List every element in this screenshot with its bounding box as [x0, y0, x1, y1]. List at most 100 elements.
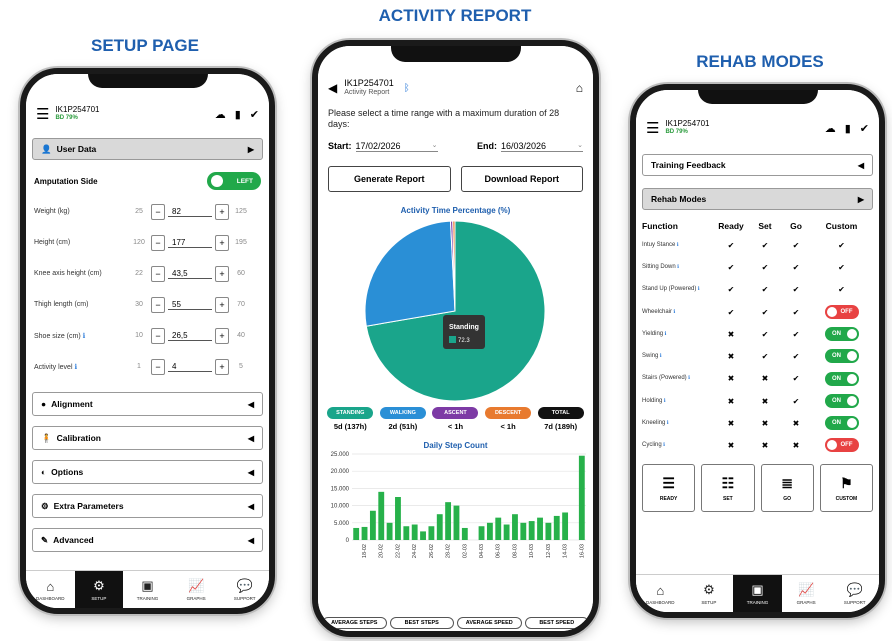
info-icon[interactable]: ℹ — [662, 442, 665, 448]
step-bar[interactable] — [453, 505, 460, 540]
info-icon[interactable]: ℹ — [675, 242, 679, 248]
pie-slice-walking[interactable] — [364, 220, 456, 327]
increment-button[interactable]: + — [215, 327, 229, 344]
info-icon[interactable]: ℹ — [663, 331, 667, 337]
step-bar[interactable] — [378, 491, 385, 540]
back-icon[interactable]: ◀ — [328, 81, 337, 95]
step-bar[interactable] — [545, 522, 552, 540]
section-advanced[interactable]: ✎ Advanced ◀ — [32, 528, 263, 552]
menu-icon[interactable]: ☰ — [646, 119, 659, 137]
check-circle-icon[interactable]: ✔ — [250, 108, 259, 121]
param-value-input[interactable]: 55 — [168, 300, 212, 310]
step-bar[interactable] — [361, 526, 368, 540]
nav-dashboard[interactable]: ⌂ DASHBOARD — [636, 575, 685, 612]
step-bar[interactable] — [562, 511, 569, 540]
legend-chip-descent[interactable]: DESCENT — [485, 406, 532, 419]
nav-setup[interactable]: ⚙ SETUP — [685, 575, 734, 612]
end-date-select[interactable]: 16/03/2026 ⌄ — [501, 141, 583, 152]
rehab-modes-section[interactable]: Rehab Modes ▶ — [642, 188, 873, 210]
tab-best-steps[interactable]: BEST STEPS — [389, 617, 454, 629]
step-bar[interactable] — [428, 525, 435, 540]
info-icon[interactable]: ℹ — [672, 309, 675, 315]
decrement-button[interactable]: − — [151, 327, 165, 344]
step-bar[interactable] — [436, 513, 443, 540]
amputation-side-toggle[interactable]: LEFT — [207, 172, 261, 190]
legend-chip-ascent[interactable]: ASCENT — [432, 406, 479, 419]
info-icon[interactable]: ℹ — [658, 353, 662, 359]
custom-toggle[interactable]: ON — [824, 349, 859, 363]
step-bar[interactable] — [528, 520, 535, 540]
tab-average-speed[interactable]: AVERAGE SPEED — [457, 617, 522, 629]
info-icon[interactable]: ℹ — [73, 364, 77, 371]
decrement-button[interactable]: − — [151, 203, 165, 220]
set-mode-button[interactable]: ☷ SET — [701, 464, 755, 512]
download-report-button[interactable]: Download Report — [460, 165, 583, 192]
step-bar[interactable] — [578, 455, 585, 540]
increment-button[interactable]: + — [215, 203, 229, 220]
info-icon[interactable]: ℹ — [665, 420, 669, 426]
custom-toggle[interactable]: OFF — [824, 438, 859, 452]
menu-icon[interactable]: ☰ — [36, 105, 49, 123]
tab-average-steps[interactable]: AVERAGE STEPS — [322, 617, 387, 629]
check-circle-icon[interactable]: ✔ — [860, 122, 869, 135]
step-bar[interactable] — [512, 513, 518, 540]
section-options[interactable]: ◐ Options ◀ — [32, 460, 263, 484]
ready-mode-button[interactable]: ☰ READY — [642, 464, 696, 512]
custom-toggle[interactable]: ON — [824, 416, 859, 430]
section-alignment[interactable]: ● Alignment ◀ — [32, 392, 263, 416]
step-bar[interactable] — [503, 524, 510, 540]
increment-button[interactable]: + — [215, 265, 229, 282]
decrement-button[interactable]: − — [151, 358, 165, 375]
param-value-input[interactable]: 82 — [168, 207, 212, 217]
info-icon[interactable]: ℹ — [676, 264, 679, 270]
cloud-upload-icon[interactable]: ☁ — [215, 108, 226, 121]
step-bar[interactable] — [386, 522, 393, 540]
step-bar[interactable] — [445, 501, 452, 540]
start-date-select[interactable]: 17/02/2026 ⌄ — [355, 141, 438, 152]
user-data-section[interactable]: 👤 User Data ▶ — [32, 138, 263, 160]
param-value-input[interactable]: 177 — [168, 238, 212, 248]
step-bar[interactable] — [461, 527, 468, 540]
increment-button[interactable]: + — [215, 358, 229, 375]
info-icon[interactable]: ℹ — [696, 286, 700, 292]
training-feedback-section[interactable]: Training Feedback ◀ — [642, 154, 873, 176]
info-icon[interactable]: ℹ — [81, 333, 86, 340]
nav-dashboard[interactable]: ⌂ DASHBOARD — [26, 571, 75, 608]
custom-toggle[interactable]: OFF — [824, 305, 859, 319]
go-mode-button[interactable]: ≣ GO — [760, 464, 814, 512]
param-value-input[interactable]: 43,5 — [168, 269, 212, 279]
step-bar[interactable] — [369, 510, 376, 540]
tab-best-speed[interactable]: BEST SPEED — [524, 617, 589, 629]
nav-training[interactable]: ▣ TRAINING — [733, 575, 782, 612]
param-value-input[interactable]: 4 — [168, 362, 212, 372]
info-icon[interactable]: ℹ — [687, 375, 690, 381]
nav-training[interactable]: ▣ TRAINING — [123, 571, 172, 608]
decrement-button[interactable]: − — [151, 296, 165, 313]
nav-setup[interactable]: ⚙ SETUP — [74, 571, 124, 608]
step-bar[interactable] — [520, 522, 527, 540]
step-bar[interactable] — [553, 515, 560, 540]
generate-report-button[interactable]: Generate Report — [328, 165, 451, 192]
custom-toggle[interactable]: ON — [824, 394, 859, 408]
legend-chip-total[interactable]: TOTAL — [537, 406, 584, 419]
step-bar[interactable] — [353, 527, 360, 540]
custom-mode-button[interactable]: ⚑ CUSTOM — [819, 464, 873, 512]
step-bar[interactable] — [403, 525, 410, 540]
step-bar[interactable] — [495, 517, 502, 540]
step-bar[interactable] — [420, 530, 426, 540]
info-icon[interactable]: ℹ — [662, 398, 666, 404]
step-bar[interactable] — [537, 517, 543, 540]
section-calibration[interactable]: 🧍 Calibration ◀ — [32, 426, 263, 450]
copy-icon[interactable]: ▮ — [845, 122, 851, 135]
copy-icon[interactable]: ▮ — [235, 108, 241, 121]
step-bar[interactable] — [395, 496, 401, 540]
step-bar[interactable] — [478, 525, 485, 540]
nav-graphs[interactable]: 📈 GRAPHS — [172, 571, 221, 608]
home-icon[interactable]: ⌂ — [576, 81, 583, 95]
nav-graphs[interactable]: 📈 GRAPHS — [782, 575, 831, 612]
cloud-upload-icon[interactable]: ☁ — [825, 122, 836, 135]
section-extra-parameters[interactable]: ⚙ Extra Parameters ◀ — [32, 494, 263, 518]
decrement-button[interactable]: − — [151, 234, 165, 251]
increment-button[interactable]: + — [215, 296, 229, 313]
step-bar[interactable] — [486, 522, 493, 540]
